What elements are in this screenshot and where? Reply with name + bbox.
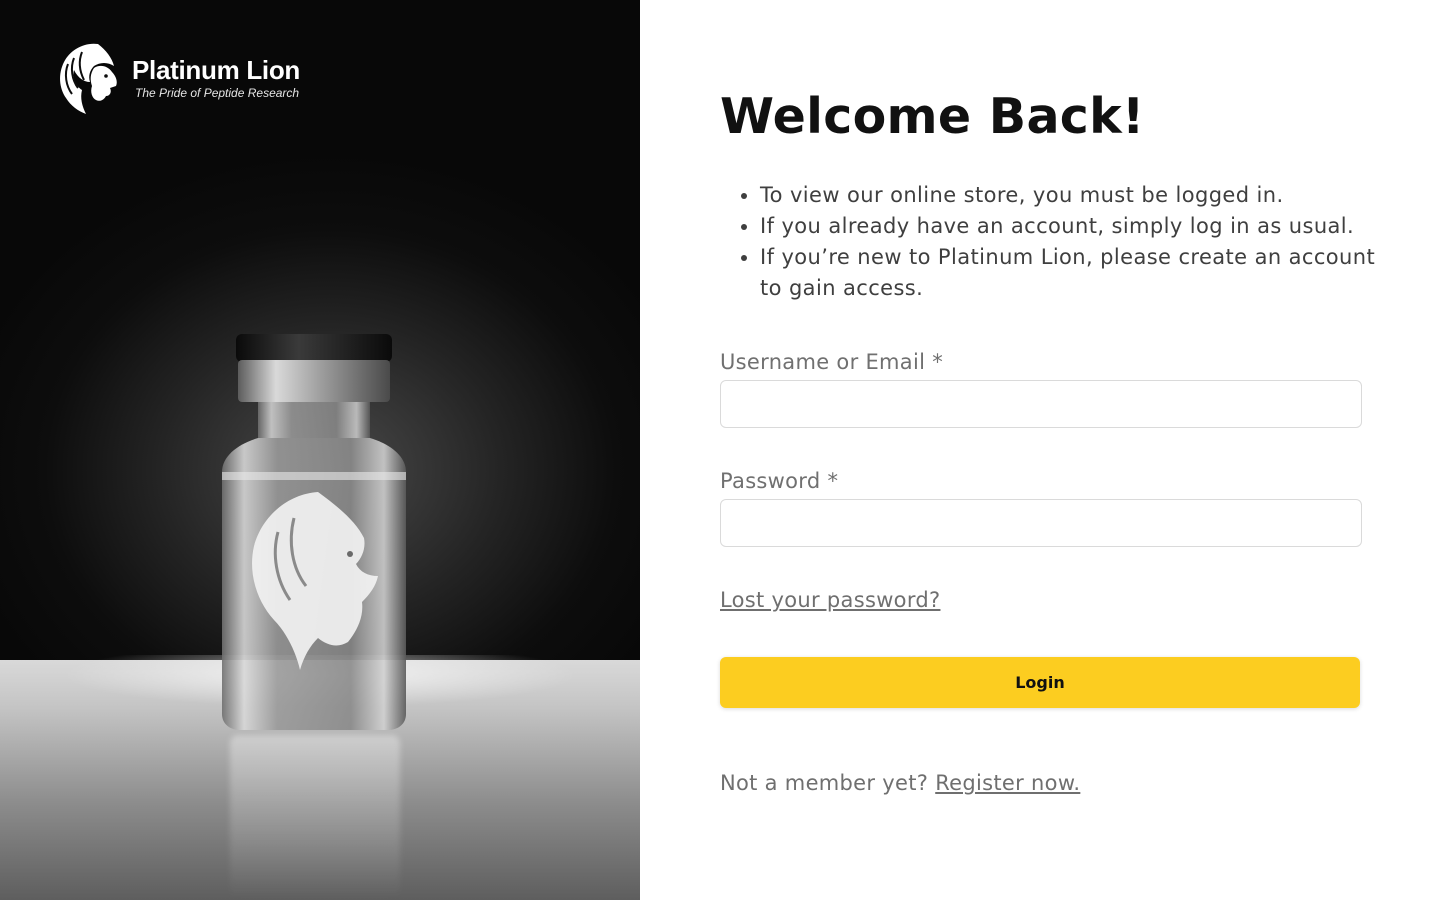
info-list: To view our online store, you must be lo… [760,180,1380,304]
vial-reflection [230,735,400,900]
lion-head-icon [60,43,117,115]
register-prompt: Not a member yet? [720,771,929,795]
hero-panel: Platinum Lion The Pride of Peptide Resea… [0,0,640,900]
brand[interactable]: Platinum Lion The Pride of Peptide Resea… [54,40,300,116]
password-input[interactable] [720,499,1362,547]
peptide-vial-image [222,334,406,730]
password-label: Password * [720,469,839,493]
info-item: To view our online store, you must be lo… [760,180,1380,211]
info-item: If you’re new to Platinum Lion, please c… [760,242,1380,304]
username-label: Username or Email * [720,350,944,374]
register-line: Not a member yet? Register now. [720,771,1080,795]
page-title: Welcome Back! [720,88,1145,145]
login-panel: Welcome Back! To view our online store, … [640,0,1440,900]
brand-name: Platinum Lion [132,55,300,85]
lost-password-link[interactable]: Lost your password? [720,588,940,612]
info-item: If you already have an account, simply l… [760,211,1380,242]
login-button[interactable]: Login [720,657,1360,708]
brand-tagline: The Pride of Peptide Research [135,86,300,100]
register-link[interactable]: Register now. [935,771,1080,795]
username-input[interactable] [720,380,1362,428]
